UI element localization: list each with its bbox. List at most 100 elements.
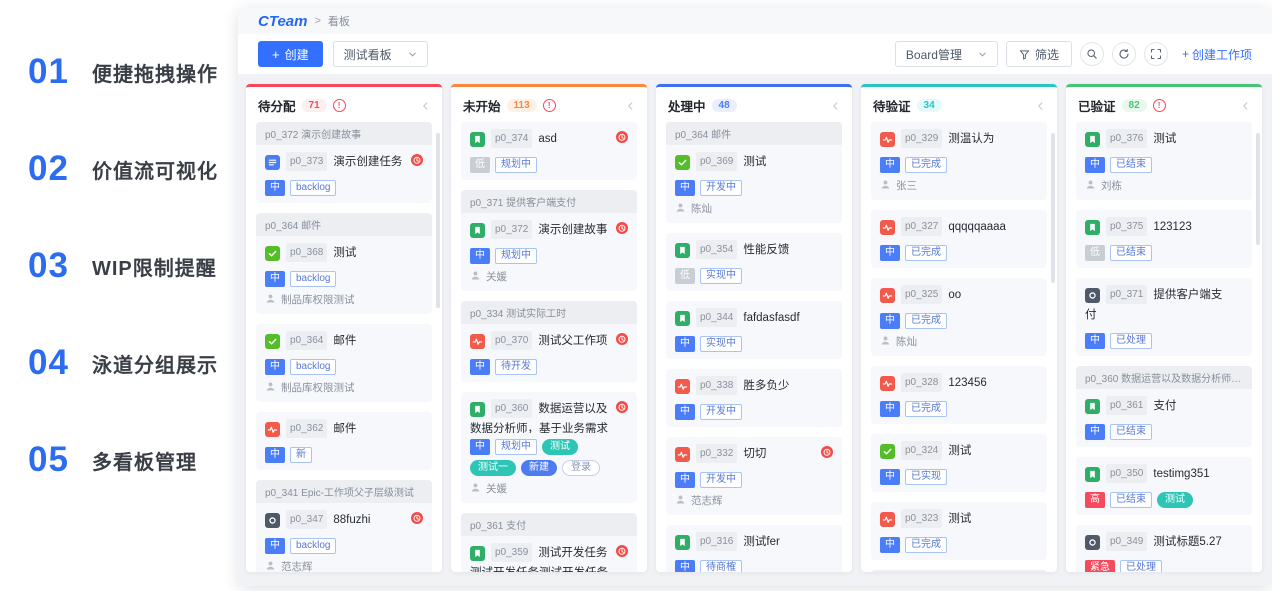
search-icon[interactable]	[1080, 42, 1104, 66]
card-tags: 中backlog	[265, 359, 423, 375]
scrollbar-thumb[interactable]	[1256, 133, 1260, 245]
kanban-card[interactable]: p0_368测试中backlog制品库权限测试	[256, 236, 432, 314]
teal-tag: 测试	[542, 439, 578, 455]
toolbar-right: Board管理 筛选 + 创建工作项	[895, 41, 1252, 67]
card-tags: 中已完成	[880, 157, 1038, 173]
column-cards: p0_372 演示创建故事p0_373演示创建任务中backlogp0_364 …	[246, 122, 442, 572]
kanban-card[interactable]: p0_372演示创建故事中规划中关媛	[461, 213, 637, 291]
create-work-item-link[interactable]: + 创建工作项	[1182, 46, 1252, 63]
teal-tag: 测试一	[470, 460, 516, 476]
card-tags: 中待商榷	[675, 560, 833, 572]
cteam-logo[interactable]: CTeam	[258, 13, 307, 30]
collapse-column-icon[interactable]	[831, 101, 840, 111]
assignee-icon	[675, 202, 686, 216]
card-title: 测试	[1153, 133, 1176, 145]
urgent-tag: 紧急	[1085, 560, 1115, 572]
kanban-card[interactable]: p0_364邮件中backlog制品库权限测试	[256, 324, 432, 402]
mid-tag: 中	[265, 447, 285, 463]
card-tags: 中已结束	[1085, 424, 1243, 440]
kanban-card[interactable]: p0_349测试标题5.27紧急已处理	[1076, 525, 1252, 572]
card-id: p0_329	[901, 129, 942, 148]
card-title-row: p0_332切切	[675, 444, 833, 466]
kanban-card[interactable]: p0_373演示创建任务中backlog	[256, 145, 432, 203]
kanban-column: 待分配71!p0_372 演示创建故事p0_373演示创建任务中backlogp…	[246, 84, 442, 572]
kanban-card[interactable]: p0_369测试中开发中陈灿	[666, 145, 842, 223]
kanban-card[interactable]: p0_323测试中已完成	[871, 502, 1047, 560]
card-assignee: 范志辉	[265, 559, 423, 572]
collapse-column-icon[interactable]	[626, 101, 635, 111]
kanban-card[interactable]: p0_359测试开发任务测试开发任务测试开发任务测试开发任务中规划中测试新建登录…	[461, 536, 637, 572]
risk-icon	[265, 422, 280, 437]
column-count-badge: 82	[1122, 99, 1147, 112]
card-title-row: p0_354性能反馈	[675, 240, 833, 262]
kanban-card[interactable]: p0_325oo中已完成陈灿	[871, 278, 1047, 356]
kanban-card[interactable]: p0_329测温认为中已完成张三	[871, 122, 1047, 200]
kanban-card[interactable]: p0_354性能反馈低实现中	[666, 233, 842, 291]
mid-tag: 中	[1085, 157, 1105, 173]
card-title-row: p0_327qqqqqaaaa	[880, 217, 1038, 239]
kanban-card[interactable]: p0_332切切中开发中范志辉	[666, 437, 842, 515]
card-title: 邮件	[333, 423, 356, 435]
kanban-card[interactable]: p0_338胜多负少中开发中	[666, 369, 842, 427]
assignee-icon	[880, 179, 891, 193]
card-tags: 中规划中测试测试一新建登录	[470, 439, 628, 476]
kanban-card[interactable]: p0_344fafdasfasdf中实现中	[666, 301, 842, 359]
filter-button[interactable]: 筛选	[1006, 41, 1072, 67]
story-icon	[470, 132, 485, 147]
kanban-card[interactable]: p0_370测试父工作项中待开发	[461, 324, 637, 382]
scrollbar-thumb[interactable]	[436, 133, 440, 308]
card-id: p0_368	[286, 243, 327, 262]
status-tag: 已完成	[905, 157, 947, 173]
kanban-card[interactable]: p0_362邮件中新	[256, 412, 432, 470]
status-tag: backlog	[290, 180, 336, 196]
card-tags: 中已完成	[880, 401, 1038, 417]
column-cards: p0_364 邮件p0_369测试中开发中陈灿p0_354性能反馈低实现中p0_…	[656, 122, 852, 572]
card-block: p0_344fafdasfasdf中实现中	[666, 301, 842, 359]
kanban-card[interactable]: p0_324测试中已实现	[871, 434, 1047, 492]
kanban-card[interactable]: p0_374asd低规划中	[461, 122, 637, 180]
card-id: p0_332	[696, 444, 737, 463]
card-block: p0_350testimg351高已结束测试	[1076, 457, 1252, 515]
status-tag: backlog	[290, 538, 336, 554]
card-title: 测试	[948, 513, 971, 525]
card-tags: 中已处理	[1085, 333, 1243, 349]
kanban-card[interactable]: p0_316测试fer中待商榷徐帆	[666, 525, 842, 572]
kanban-card[interactable]: p0_361支付中已结束	[1076, 389, 1252, 447]
collapse-column-icon[interactable]	[1036, 101, 1045, 111]
collapse-column-icon[interactable]	[421, 101, 430, 111]
board-manage-select[interactable]: Board管理	[895, 41, 998, 67]
risk-icon	[675, 447, 690, 462]
card-title: 支付	[1153, 400, 1176, 412]
feature-item: 01便捷拖拽操作	[28, 50, 218, 94]
card-title-row: p0_34788fuzhi	[265, 510, 423, 532]
card-title-row: p0_370测试父工作项	[470, 331, 628, 353]
kanban-card[interactable]: p0_360数据运营以及数据分析师，基于业务需求或产品需求...中规划中测试测试…	[461, 392, 637, 503]
fullscreen-icon[interactable]	[1144, 42, 1168, 66]
risk-icon	[675, 379, 690, 394]
story-icon	[470, 402, 485, 417]
card-title-row: p0_376测试	[1085, 129, 1243, 151]
kanban-card[interactable]: p0_34788fuzhi中backlog范志辉	[256, 503, 432, 572]
card-tags: 中已实现	[880, 469, 1038, 485]
kanban-card[interactable]: p0_371提供客户端支付中已处理	[1076, 278, 1252, 356]
card-tags: 低规划中	[470, 157, 628, 173]
card-assignee: 关媛	[470, 269, 628, 284]
card-id: p0_344	[696, 308, 737, 327]
status-tag: 已结束	[1110, 424, 1152, 440]
column-title: 已验证	[1078, 96, 1116, 115]
feature-number: 02	[28, 149, 92, 189]
kanban-card[interactable]: p0_375123123低已结束	[1076, 210, 1252, 268]
collapse-column-icon[interactable]	[1241, 101, 1250, 111]
kanban-card[interactable]: p0_376测试中已结束刘栋	[1076, 122, 1252, 200]
test-icon	[880, 444, 895, 459]
kanban-card[interactable]: p0_327qqqqqaaaa中已完成	[871, 210, 1047, 268]
board-select[interactable]: 测试看板	[333, 41, 428, 67]
refresh-icon[interactable]	[1112, 42, 1136, 66]
card-block: p0_362邮件中新	[256, 412, 432, 470]
risk-icon	[880, 132, 895, 147]
scrollbar-thumb[interactable]	[1051, 133, 1055, 283]
kanban-card[interactable]: p0_328123456中已完成	[871, 366, 1047, 424]
feature-label: 价值流可视化	[92, 155, 218, 184]
kanban-card[interactable]: p0_350testimg351高已结束测试	[1076, 457, 1252, 515]
create-button[interactable]: + 创建	[258, 41, 323, 67]
